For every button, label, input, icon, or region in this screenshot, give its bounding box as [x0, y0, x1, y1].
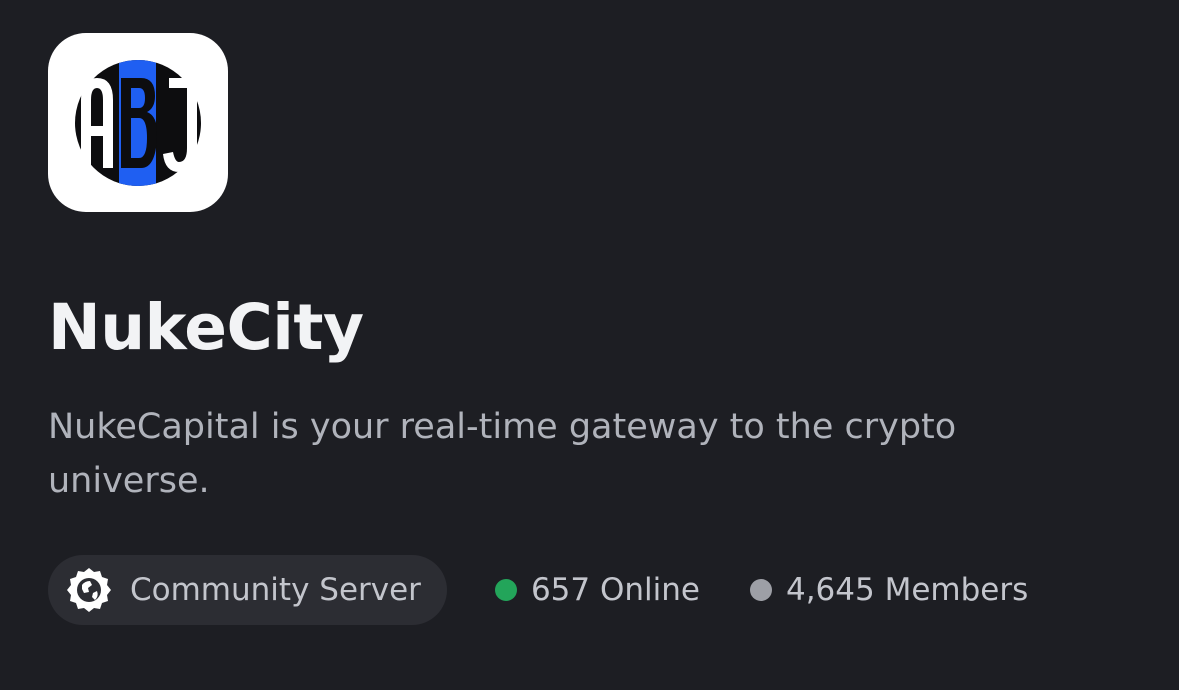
server-icon[interactable] — [48, 33, 228, 212]
community-server-badge[interactable]: Community Server — [48, 555, 447, 625]
globe-badge-icon — [67, 568, 111, 612]
online-count: 657 Online — [494, 572, 700, 608]
member-count: 4,645 Members — [749, 572, 1029, 608]
online-count-text: 657 Online — [530, 572, 700, 608]
member-count-text: 4,645 Members — [785, 572, 1029, 608]
server-profile: NukeCity NukeCapital is your real-time g… — [0, 0, 1179, 690]
online-status-dot — [494, 579, 517, 601]
community-server-label: Community Server — [130, 572, 421, 608]
server-name: NukeCity — [48, 291, 364, 364]
server-meta-row: Community Server 657 Online 4,645 Member… — [48, 555, 1028, 625]
server-logo-image — [75, 59, 201, 186]
members-status-dot — [749, 579, 772, 601]
server-description: NukeCapital is your real-time gateway to… — [48, 407, 957, 501]
